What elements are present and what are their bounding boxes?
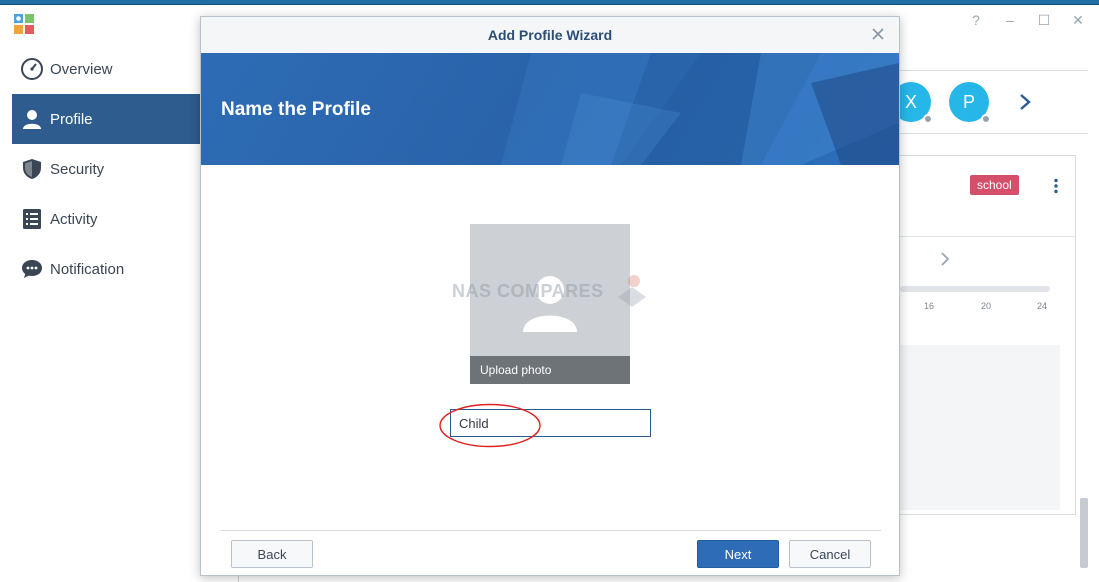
chat-bubble-icon xyxy=(20,257,44,281)
more-options-icon[interactable] xyxy=(1053,178,1059,194)
close-icon[interactable] xyxy=(871,27,885,41)
sidebar-item-security[interactable]: Security xyxy=(12,144,202,194)
window-controls: ? – ☐ ✕ xyxy=(969,12,1085,29)
avatar-profile-p[interactable]: P xyxy=(949,82,991,124)
profile-photo-upload[interactable]: Upload photo xyxy=(470,224,630,384)
step-title: Name the Profile xyxy=(221,99,371,120)
footer-divider xyxy=(221,530,881,531)
sidebar-item-label: Activity xyxy=(50,210,98,228)
avatar-initial: X xyxy=(904,91,917,112)
scrollbar[interactable] xyxy=(1080,498,1088,568)
sidebar-item-notification[interactable]: Notification xyxy=(12,244,202,294)
time-usage-bar xyxy=(900,286,1050,292)
dashboard-icon xyxy=(20,57,44,81)
window-top-border xyxy=(0,0,1099,5)
header-divider xyxy=(900,70,1088,71)
sidebar-item-label: Notification xyxy=(50,260,125,278)
timeline-tick: 24 xyxy=(1037,301,1048,311)
chevron-right-icon[interactable] xyxy=(939,251,951,267)
app-logo-icon xyxy=(14,14,34,34)
timeline-tick: 20 xyxy=(981,301,992,311)
sidebar: Overview Profile Security Activity Notif… xyxy=(12,44,202,294)
add-profile-wizard-dialog: Add Profile Wizard Name the Profile Uplo… xyxy=(200,16,900,576)
close-window-icon[interactable]: ✕ xyxy=(1071,12,1085,29)
profile-name-input[interactable] xyxy=(450,409,651,437)
timeline-tick: 16 xyxy=(924,301,935,311)
sidebar-item-label: Security xyxy=(50,160,105,178)
maximize-icon[interactable]: ☐ xyxy=(1037,12,1051,29)
status-dot xyxy=(923,114,933,124)
watermark-logo-icon xyxy=(618,275,646,307)
dialog-title: Add Profile Wizard xyxy=(487,27,613,43)
status-dot xyxy=(981,114,991,124)
school-tag: school xyxy=(970,175,1019,195)
avatar-initial: P xyxy=(962,91,975,112)
person-icon xyxy=(20,107,44,131)
list-icon xyxy=(20,207,44,231)
card-divider xyxy=(900,236,1076,237)
wizard-banner: Name the Profile xyxy=(201,53,899,165)
minimize-icon[interactable]: – xyxy=(1003,12,1017,29)
sidebar-item-profile[interactable]: Profile xyxy=(12,94,202,144)
sidebar-item-label: Overview xyxy=(50,60,113,78)
chevron-right-icon[interactable] xyxy=(1017,92,1033,112)
sidebar-item-activity[interactable]: Activity xyxy=(12,194,202,244)
avatar-row-divider xyxy=(900,133,1088,134)
watermark-text: NAS COMPARES xyxy=(452,281,604,301)
sidebar-item-overview[interactable]: Overview xyxy=(12,44,202,94)
help-icon[interactable]: ? xyxy=(969,12,983,29)
cancel-button[interactable]: Cancel xyxy=(789,540,871,568)
upload-photo-label[interactable]: Upload photo xyxy=(470,356,630,384)
sidebar-item-label: Profile xyxy=(50,110,93,128)
card-detail-panel xyxy=(900,345,1060,510)
back-button[interactable]: Back xyxy=(231,540,313,568)
dialog-header: Add Profile Wizard xyxy=(201,17,899,53)
next-button[interactable]: Next xyxy=(697,540,779,568)
shield-icon xyxy=(20,157,44,181)
